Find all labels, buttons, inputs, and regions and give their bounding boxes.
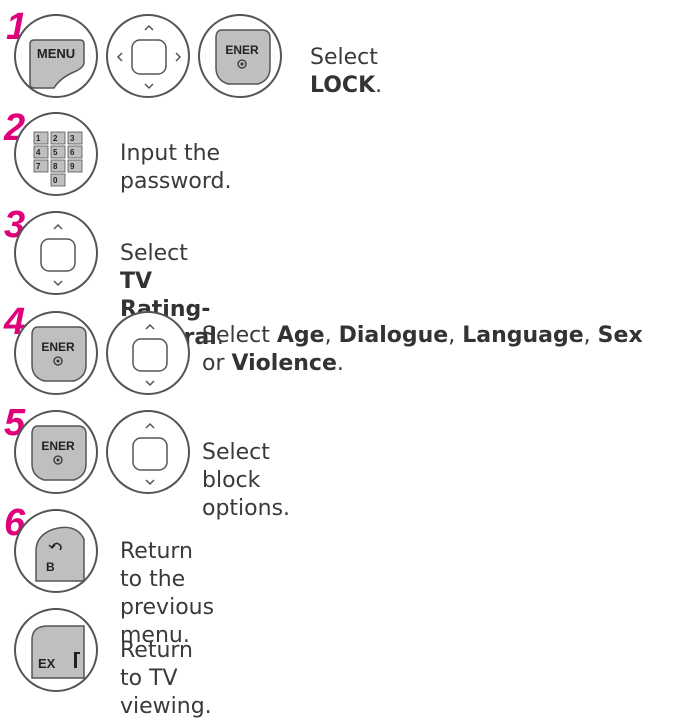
exit-key-label: EX: [38, 656, 56, 671]
ok-button-icon: [40, 238, 76, 272]
left-arrow-icon: [116, 52, 123, 62]
svg-text:6: 6: [70, 148, 75, 157]
step-5-instruction: Select block options.: [202, 440, 291, 521]
svg-text:3: 3: [70, 134, 75, 143]
ok-button-icon: [132, 437, 168, 471]
enter-key[interactable]: ENER: [14, 311, 98, 395]
down-arrow-icon: [145, 479, 155, 486]
step-exit-instruction: Return to TV viewing.: [120, 638, 212, 719]
menu-key-label: MENU: [37, 46, 75, 61]
svg-text:1: 1: [36, 134, 41, 143]
enter-key[interactable]: ENER: [14, 410, 98, 494]
enter-key[interactable]: ENER: [198, 14, 282, 98]
door-icon: [74, 652, 77, 668]
svg-text:8: 8: [53, 162, 58, 171]
up-arrow-icon: [145, 323, 155, 330]
back-key-label: B: [46, 560, 55, 574]
down-arrow-icon: [144, 83, 154, 90]
ok-button-icon: [131, 39, 167, 75]
svg-text:7: 7: [36, 162, 41, 171]
step-2-instruction: Input the password.: [120, 141, 232, 194]
svg-text:4: 4: [36, 148, 41, 157]
number-keypad[interactable]: 1 2 3 4 5 6 7 8 9 0: [14, 112, 98, 196]
step-6-instruction: Return to the previous menu.: [120, 539, 215, 648]
navigation-key[interactable]: [106, 14, 190, 98]
enter-key-label: ENER: [41, 340, 75, 354]
enter-key-label: ENER: [225, 43, 259, 57]
enter-key-label: ENER: [41, 439, 75, 453]
up-down-key[interactable]: [14, 211, 98, 295]
number-keypad-icon: 1 2 3 4 5 6 7 8 9 0: [33, 131, 83, 187]
ok-button-icon: [132, 338, 168, 372]
step-1-instruction: Select LOCK.: [310, 45, 383, 98]
up-arrow-icon: [144, 24, 154, 31]
up-arrow-icon: [145, 422, 155, 429]
step-4-instruction: Select Age, Dialogue, Language, Sex or Vi…: [202, 323, 643, 376]
exit-key[interactable]: EX: [14, 608, 98, 692]
up-down-key[interactable]: [106, 311, 190, 395]
svg-text:0: 0: [53, 176, 58, 185]
menu-key[interactable]: MENU: [14, 14, 98, 98]
svg-text:5: 5: [53, 148, 58, 157]
back-key[interactable]: B: [14, 509, 98, 593]
down-arrow-icon: [145, 380, 155, 387]
right-arrow-icon: [175, 52, 182, 62]
svg-text:2: 2: [53, 134, 58, 143]
up-arrow-icon: [53, 223, 63, 230]
up-down-key[interactable]: [106, 410, 190, 494]
down-arrow-icon: [53, 280, 63, 287]
svg-text:9: 9: [70, 162, 75, 171]
